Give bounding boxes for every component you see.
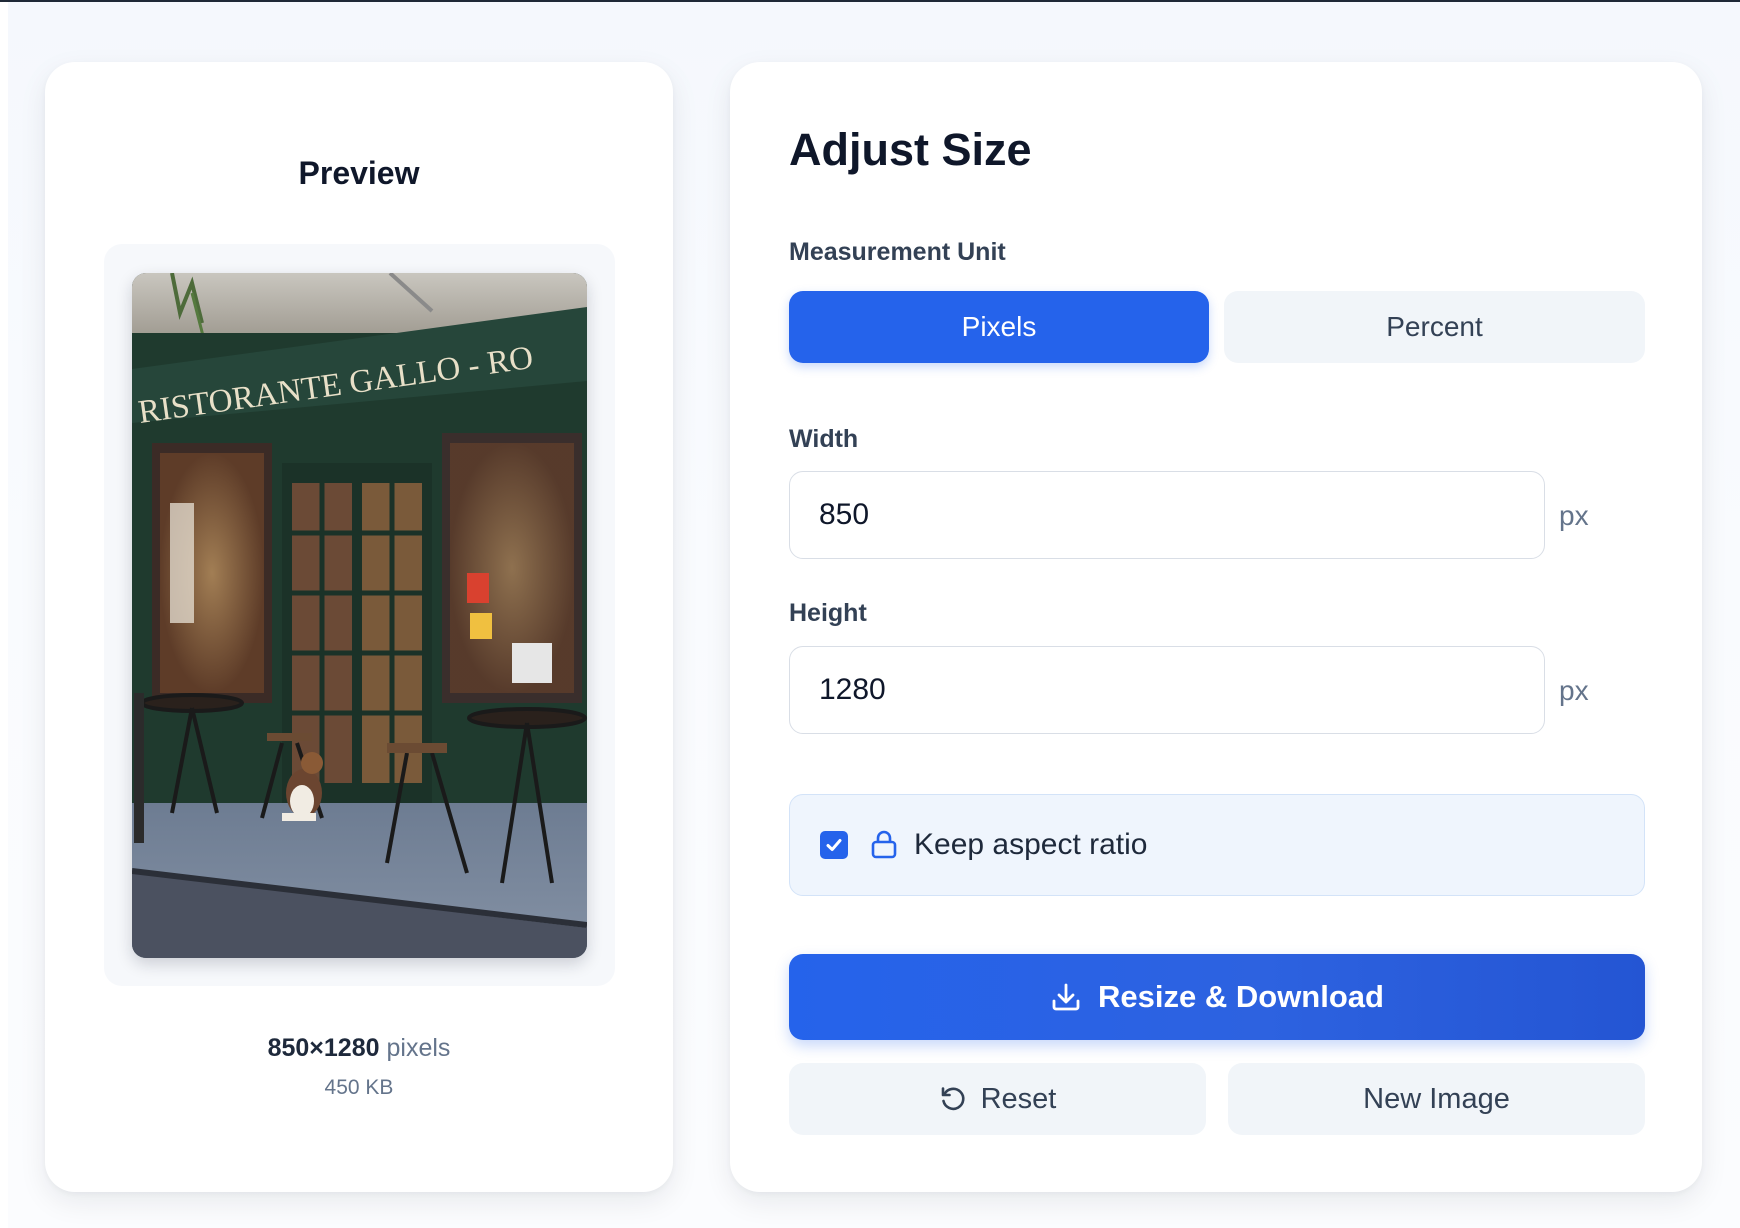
preview-title: Preview [298,155,420,191]
lock-icon [871,830,897,859]
width-input[interactable] [789,471,1545,559]
height-label: Height [789,599,867,627]
unit-pixels-button[interactable]: Pixels [789,291,1209,363]
dimensions-value: 850×1280 [267,1034,380,1062]
download-icon [1052,983,1080,1011]
reset-button[interactable]: Reset [789,1063,1206,1135]
adjust-size-title: Adjust Size [789,124,1032,175]
measurement-unit-label: Measurement Unit [789,238,1006,266]
new-image-label: New Image [1363,1082,1510,1115]
width-label: Width [789,425,859,453]
adjust-size-card: Adjust Size Measurement Unit Pixels Perc… [730,62,1702,1192]
dimensions-unit: pixels [386,1034,451,1062]
image-dimensions: 850×1280 pixels [45,1034,673,1063]
resize-download-button[interactable]: Resize & Download [789,954,1645,1040]
resize-download-label: Resize & Download [1098,979,1384,1014]
aspect-ratio-label: Keep aspect ratio [914,828,1148,861]
preview-card: Preview RISTORANTE GALLO - RO 850×1280 p… [45,62,673,1192]
preview-image: RISTORANTE GALLO - RO [132,273,587,958]
page-background: Preview RISTORANTE GALLO - RO 850×1280 p… [8,2,1740,1228]
file-size: 450 KB [324,1076,394,1099]
preview-frame: RISTORANTE GALLO - RO [104,244,615,986]
unit-percent-button[interactable]: Percent [1224,291,1645,363]
height-input[interactable] [789,646,1545,734]
reset-icon [941,1087,965,1111]
aspect-ratio-option[interactable]: Keep aspect ratio [789,794,1645,896]
restaurant-photo: RISTORANTE GALLO - RO [132,273,587,958]
width-unit: px [1559,500,1589,531]
check-icon [826,839,842,851]
reset-label: Reset [980,1082,1057,1115]
aspect-ratio-checkbox[interactable] [820,831,848,859]
height-unit: px [1559,675,1589,706]
new-image-button[interactable]: New Image [1228,1063,1645,1135]
